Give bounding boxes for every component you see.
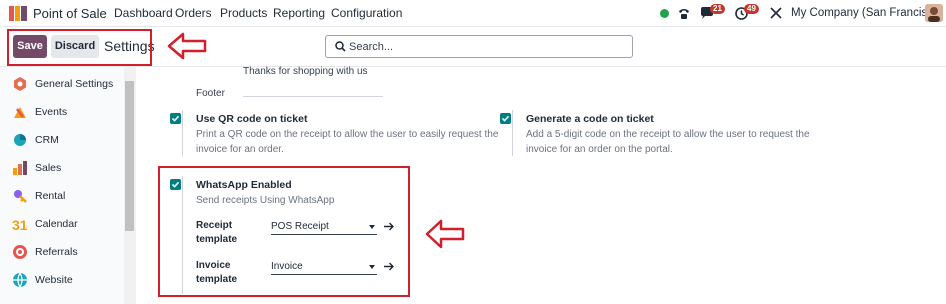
sidebar-scroll-thumb[interactable]	[125, 81, 134, 231]
qr-code-title: Use QR code on ticket	[196, 113, 308, 125]
arrow-annotation-icon	[425, 219, 465, 249]
sidebar-item-label: CRM	[35, 134, 59, 146]
referrals-icon	[13, 245, 27, 259]
sidebar-item-label: Website	[35, 274, 73, 286]
presence-status-icon[interactable]	[660, 9, 669, 18]
sidebar-item-events[interactable]: Events	[0, 98, 124, 126]
company-switcher[interactable]: My Company (San Francisco)	[791, 7, 943, 19]
footer-label: Footer	[196, 88, 225, 99]
generate-code-checkbox[interactable]	[500, 113, 511, 124]
calendar-icon: 31	[12, 217, 28, 232]
divider	[512, 110, 513, 156]
sidebar-item-label: Sales	[35, 162, 62, 174]
qr-code-description: Print a QR code on the receipt to allow …	[196, 129, 499, 155]
pos-app-icon[interactable]	[9, 6, 27, 21]
footer-input-underline[interactable]	[243, 96, 383, 97]
search-input[interactable]	[349, 36, 619, 57]
crm-icon	[14, 134, 26, 146]
highlight-box-controls	[7, 29, 152, 66]
sidebar-item-referrals[interactable]: Referrals	[0, 238, 124, 266]
menu-products[interactable]: Products	[220, 6, 267, 20]
sidebar-item-general-settings[interactable]: General Settings	[0, 70, 124, 98]
divider	[182, 110, 183, 156]
sidebar-item-rental[interactable]: Rental	[0, 182, 124, 210]
search-icon	[335, 41, 346, 52]
sidebar-item-label: Rental	[35, 190, 66, 202]
messages-count-badge: 21	[710, 4, 725, 14]
app-name[interactable]: Point of Sale	[33, 6, 107, 21]
menu-configuration[interactable]: Configuration	[331, 6, 402, 20]
highlight-box-whatsapp	[158, 166, 410, 297]
qr-code-checkbox[interactable]	[170, 113, 181, 124]
menu-dashboard[interactable]: Dashboard	[114, 6, 173, 20]
rental-icon	[14, 190, 27, 203]
arrow-annotation-icon	[167, 32, 207, 60]
general-settings-icon	[14, 77, 26, 91]
svg-text:31: 31	[12, 217, 28, 232]
sidebar-item-label: Referrals	[35, 246, 78, 258]
generate-code-description: Add a 5-digit code on the receipt to all…	[526, 129, 810, 155]
sidebar-item-sales[interactable]: Sales	[0, 154, 124, 182]
activities-count-badge: 49	[744, 4, 759, 14]
sidebar-item-label: General Settings	[35, 78, 114, 90]
sales-icon	[13, 161, 27, 175]
sidebar-item-label: Calendar	[35, 218, 78, 230]
footer-text-value[interactable]: Thanks for shopping with us	[243, 64, 368, 79]
website-icon	[13, 272, 27, 288]
debug-tools-icon[interactable]	[770, 7, 782, 19]
menu-reporting[interactable]: Reporting	[273, 6, 325, 20]
sidebar-item-label: Events	[35, 106, 68, 118]
search-bar[interactable]	[325, 35, 633, 58]
phone-icon[interactable]	[677, 6, 691, 20]
top-navbar: Point of Sale Dashboard Orders Products …	[0, 0, 946, 27]
sidebar-item-calendar[interactable]: 31 Calendar	[0, 210, 124, 238]
menu-orders[interactable]: Orders	[175, 6, 212, 20]
settings-sidebar: General Settings Events CRM Sales Rental…	[0, 67, 136, 304]
generate-code-title: Generate a code on ticket	[526, 113, 654, 125]
sidebar-item-crm[interactable]: CRM	[0, 126, 124, 154]
events-icon	[14, 107, 26, 118]
sidebar-item-website[interactable]: Website	[0, 266, 124, 294]
user-avatar[interactable]	[925, 4, 943, 22]
